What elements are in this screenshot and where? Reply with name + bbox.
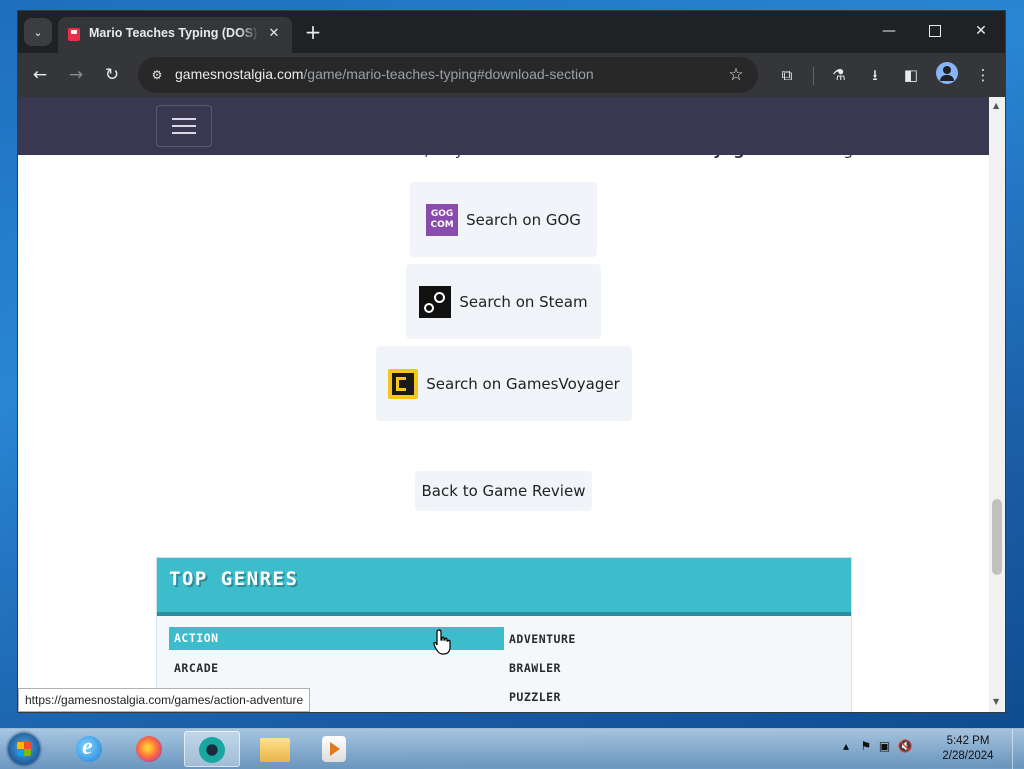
search-gamesvoyager-label: Search on GamesVoyager [426, 374, 620, 393]
profile-avatar-icon[interactable] [936, 62, 958, 84]
url-host: gamesnostalgia.com [175, 66, 304, 82]
genre-link-arcade[interactable]: ARCADE [174, 661, 219, 675]
tab-title: Mario Teaches Typing (DOS) Game [89, 26, 259, 40]
clock-date: 2/28/2024 [942, 750, 994, 762]
search-gamesvoyager-button[interactable]: Search on GamesVoyager [376, 346, 632, 421]
chrome-icon [199, 737, 225, 763]
url-path: /game/mario-teaches-typing#download-sect… [303, 66, 594, 82]
network-icon[interactable]: ▣ [879, 739, 890, 753]
gog-logo-icon: GOG COM [426, 203, 459, 236]
genre-link-puzzler[interactable]: PUZZLER [509, 690, 561, 704]
url-text[interactable]: gamesnostalgia.com/game/mario-teaches-ty… [175, 66, 594, 82]
tray-expand-icon[interactable]: ▴ [843, 739, 849, 753]
gog-logo-text-bottom: COM [430, 219, 454, 230]
action-center-flag-icon[interactable]: ⚑ [860, 739, 871, 753]
search-steam-label: Search on Steam [459, 292, 588, 311]
show-desktop-button[interactable] [1012, 729, 1024, 769]
back-arrow-icon[interactable]: ← [26, 61, 54, 89]
labs-flask-icon[interactable]: ⚗ [826, 62, 852, 88]
top-genres-header: TOP GENRES [157, 558, 851, 616]
side-panel-icon[interactable]: ◧ [898, 62, 924, 88]
genre-link-brawler[interactable]: BRAWLER [509, 661, 561, 675]
site-info-icon[interactable]: ⚙ [148, 66, 166, 84]
taskbar-internet-explorer[interactable] [62, 731, 118, 767]
back-to-review-button[interactable]: Back to Game Review [415, 471, 592, 511]
scroll-down-icon[interactable]: ▼ [993, 697, 999, 706]
new-tab-button[interactable]: + [300, 19, 326, 45]
toolbar-divider [813, 67, 814, 85]
browser-window: ⌄ Mario Teaches Typing (DOS) Game ✕ + — … [18, 11, 1005, 712]
volume-muted-icon[interactable]: 🔇 [898, 739, 913, 753]
system-tray: ▴ ⚑ ▣ 🔇 [843, 739, 913, 753]
hand-cursor-icon [433, 629, 451, 655]
bookmark-star-icon[interactable]: ☆ [725, 64, 747, 86]
menu-kebab-icon[interactable]: ⋮ [970, 62, 996, 88]
link-status-bubble: https://gamesnostalgia.com/games/action-… [18, 688, 311, 712]
taskbar-explorer[interactable] [246, 731, 302, 767]
top-genres-title: TOP GENRES [169, 568, 299, 590]
address-bar[interactable]: ⚙ gamesnostalgia.com/game/mario-teaches-… [138, 57, 758, 93]
reload-icon[interactable]: ↻ [98, 61, 126, 89]
gamesvoyager-logo-icon [388, 368, 419, 399]
back-to-review-label: Back to Game Review [421, 482, 586, 500]
tab-close-icon[interactable]: ✕ [264, 24, 284, 44]
windows-taskbar: ▴ ⚑ ▣ 🔇 5:42 PM 2/28/2024 [0, 728, 1024, 769]
search-gog-button[interactable]: GOG COM Search on GOG [410, 182, 597, 257]
forward-arrow-icon[interactable]: → [62, 61, 90, 89]
internet-explorer-icon [76, 734, 102, 762]
scroll-thumb[interactable] [992, 499, 1002, 575]
scroll-up-icon[interactable]: ▲ [993, 101, 999, 110]
tab-search-button[interactable]: ⌄ [24, 18, 52, 46]
hamburger-menu-icon[interactable] [156, 105, 212, 147]
tab-active[interactable]: Mario Teaches Typing (DOS) Game ✕ [58, 17, 292, 53]
maximize-icon [929, 25, 941, 37]
firefox-icon [136, 736, 162, 762]
taskbar-clock[interactable]: 5:42 PM 2/28/2024 [938, 734, 998, 764]
clock-time: 5:42 PM [946, 735, 990, 747]
maximize-button[interactable] [912, 17, 958, 45]
minimize-button[interactable]: — [866, 17, 912, 45]
media-player-icon [322, 736, 346, 762]
steam-logo-icon [419, 285, 452, 318]
page-viewport: available on GOG or Steam, or you can se… [18, 97, 989, 712]
genre-link-action[interactable]: ACTION [169, 627, 504, 650]
search-steam-button[interactable]: Search on Steam [406, 264, 601, 339]
site-favicon-icon [68, 28, 80, 41]
close-window-button[interactable]: ✕ [958, 17, 1004, 45]
extensions-icon[interactable]: ⧉ [774, 62, 800, 88]
taskbar-media-player[interactable] [306, 731, 362, 767]
taskbar-chrome[interactable] [184, 731, 240, 767]
site-navbar [18, 97, 989, 155]
downloads-icon[interactable]: ⭳ [862, 62, 888, 88]
tab-strip: ⌄ Mario Teaches Typing (DOS) Game ✕ + — … [18, 11, 1005, 53]
taskbar-firefox[interactable] [122, 731, 178, 767]
page-scrollbar[interactable]: ▲ ▼ [989, 97, 1005, 712]
genre-link-adventure[interactable]: ADVENTURE [509, 632, 576, 646]
gog-logo-text-top: GOG [430, 208, 454, 219]
browser-toolbar: ← → ↻ ⚙ gamesnostalgia.com/game/mario-te… [18, 53, 1005, 97]
folder-icon [260, 738, 290, 762]
start-button-icon[interactable] [4, 730, 44, 768]
search-gog-label: Search on GOG [466, 210, 581, 229]
